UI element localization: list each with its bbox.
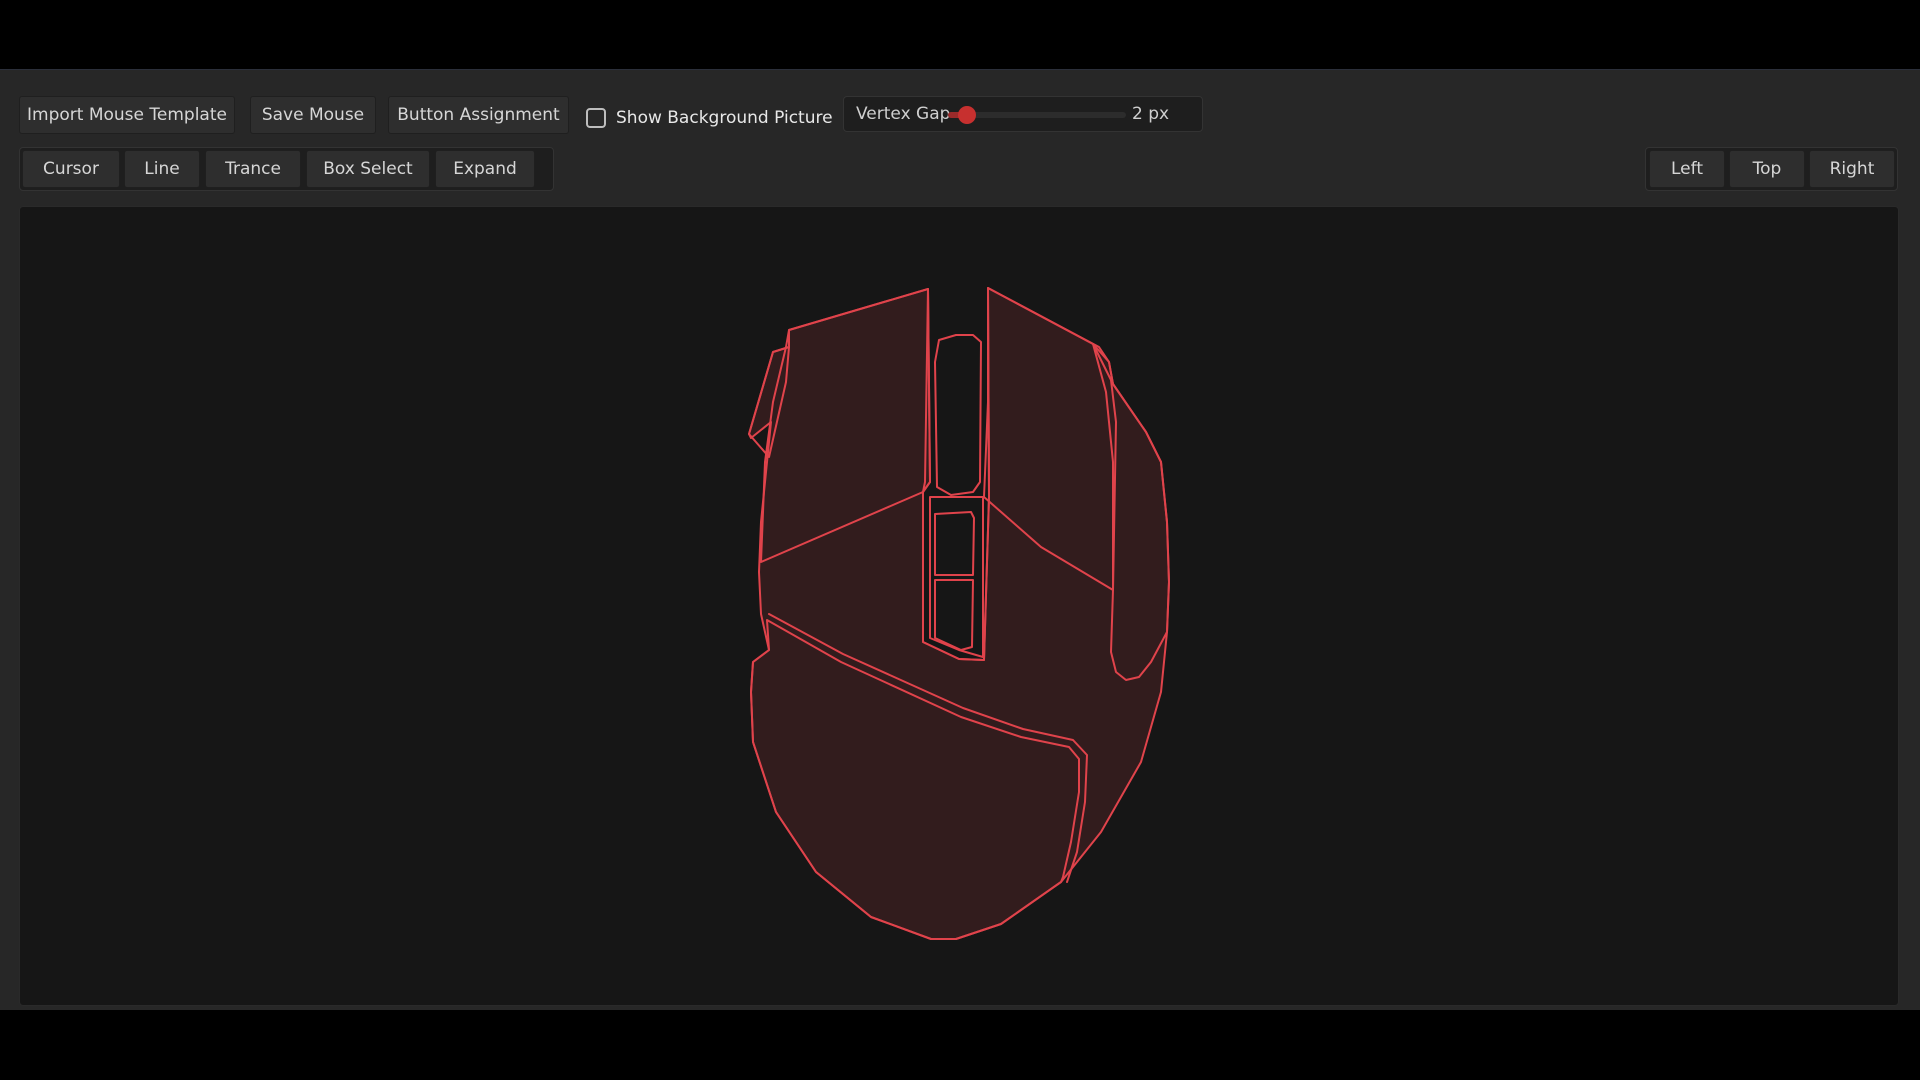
- mouse-template-outline: [748, 287, 1170, 940]
- vertex-gap-panel: Vertex Gap 2 px: [843, 96, 1203, 132]
- mouse-editor-window: Import Mouse Template Save Mouse Button …: [0, 69, 1920, 1010]
- view-group: Left Top Right: [1645, 147, 1898, 191]
- scroll-wheel-outline: [934, 334, 982, 496]
- button-assignment-button[interactable]: Button Assignment: [388, 96, 569, 134]
- tool-expand-button[interactable]: Expand: [435, 150, 535, 188]
- view-left-button[interactable]: Left: [1649, 150, 1725, 188]
- tool-group: Cursor Line Trance Box Select Expand: [19, 147, 554, 191]
- show-background-picture-toggle[interactable]: Show Background Picture: [586, 101, 833, 135]
- screen-bottom-bar: [0, 1010, 1920, 1080]
- show-background-label: Show Background Picture: [616, 108, 833, 128]
- vertex-gap-value: 2 px: [1132, 104, 1170, 124]
- vertex-gap-slider-thumb[interactable]: [958, 106, 976, 124]
- save-mouse-button[interactable]: Save Mouse: [250, 96, 376, 134]
- dpi-button-lower-outline: [934, 579, 974, 651]
- view-top-button[interactable]: Top: [1729, 150, 1805, 188]
- vertex-gap-label: Vertex Gap: [856, 104, 951, 124]
- screen-top-bar: [0, 0, 1920, 69]
- import-mouse-template-button[interactable]: Import Mouse Template: [19, 96, 235, 134]
- tool-box-select-button[interactable]: Box Select: [306, 150, 430, 188]
- show-background-checkbox[interactable]: [586, 108, 606, 128]
- view-right-button[interactable]: Right: [1809, 150, 1895, 188]
- mouse-body-outline: [748, 287, 1170, 940]
- editor-canvas[interactable]: [19, 206, 1899, 1006]
- center-strip-outline: [929, 496, 984, 658]
- dpi-button-upper-outline: [934, 511, 975, 576]
- tool-trance-button[interactable]: Trance: [205, 150, 301, 188]
- vertex-gap-slider[interactable]: [948, 106, 1126, 124]
- tool-cursor-button[interactable]: Cursor: [22, 150, 120, 188]
- tool-line-button[interactable]: Line: [124, 150, 200, 188]
